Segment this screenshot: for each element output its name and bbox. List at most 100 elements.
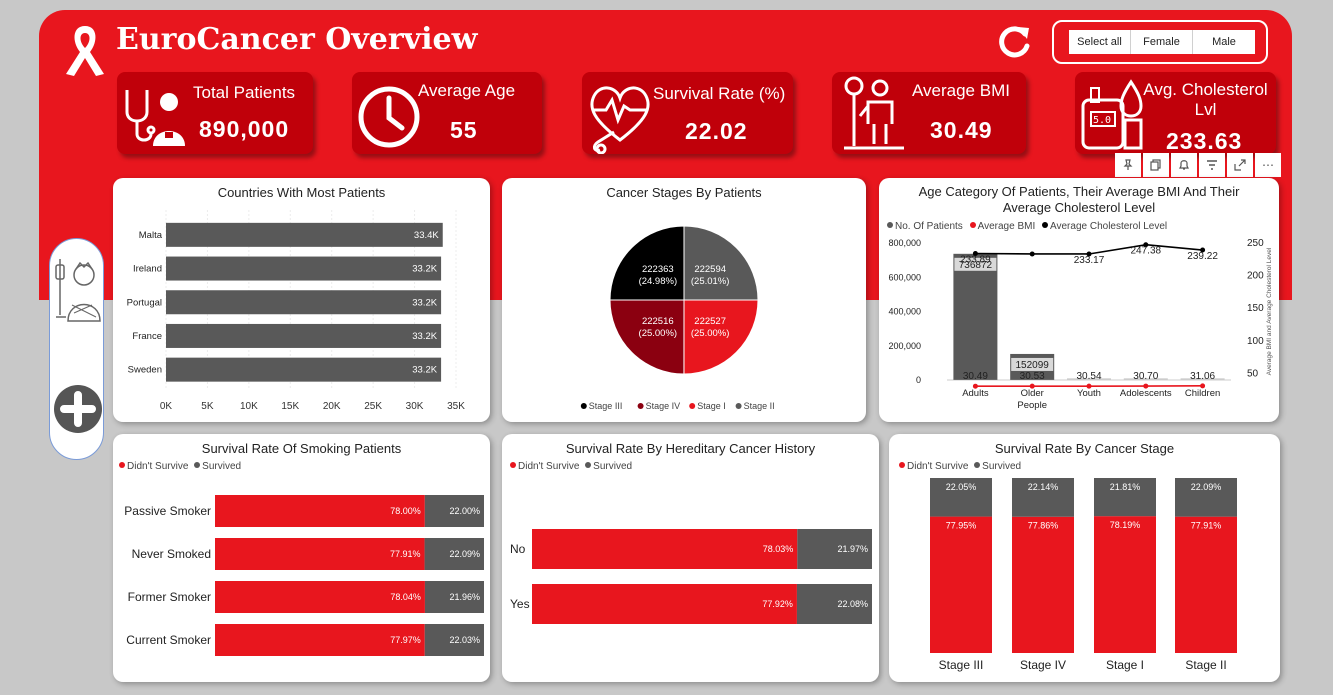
pin-icon[interactable] <box>1115 153 1141 177</box>
y2-tick-label: 50 <box>1247 368 1259 379</box>
x-tick-label: 25K <box>364 401 382 412</box>
legend-marker <box>580 403 587 409</box>
bar-segment[interactable] <box>532 584 797 624</box>
smoking-bar-chart[interactable]: 78.00% 22.00% Passive Smoker 77.91% 22.09% Ne… <box>113 434 490 682</box>
clock-icon <box>358 86 420 148</box>
bar[interactable] <box>953 253 998 380</box>
stages-chart-card: Cancer Stages By Patients 222594 (25.01%)… <box>502 178 866 422</box>
patient-icon[interactable] <box>50 255 104 325</box>
y2-axis-title: Average BMI and Average Cholesterol Leve… <box>1266 247 1273 375</box>
slice-value-label: 222516 <box>642 316 674 327</box>
series-point[interactable] <box>972 383 978 389</box>
data-label: 152099 <box>1016 360 1050 371</box>
bar[interactable] <box>166 290 442 315</box>
data-label: 77.91% <box>1191 521 1222 531</box>
data-label: 247.38 <box>1131 246 1162 257</box>
age-combo-chart[interactable]: 800,000 600,000 400,000 200,000 0 250 200 150 10… <box>879 178 1279 422</box>
slice-value-label: 222527 <box>694 316 726 327</box>
slice-percent-label: (25.00%) <box>639 328 678 339</box>
bar[interactable] <box>166 222 443 247</box>
data-label: 30.53 <box>1020 371 1045 382</box>
data-label: 78.03% <box>763 544 794 554</box>
kpi-value: 55 <box>450 117 478 143</box>
expand-icon[interactable] <box>1227 153 1253 177</box>
legend-label: Stage IV <box>646 401 681 411</box>
data-label: 22.09% <box>1191 482 1222 492</box>
data-label: 233.17 <box>1074 255 1105 266</box>
bar-segment[interactable] <box>930 516 992 653</box>
y-tick-label: Former Smoker <box>128 590 211 604</box>
data-label: 30.54 <box>1076 371 1101 382</box>
kpi-value: 22.02 <box>685 118 748 144</box>
bar[interactable] <box>166 357 442 382</box>
glucometer-icon: 5.0 <box>1081 79 1143 150</box>
doctor-icon <box>125 90 185 146</box>
legend-label: Stage I <box>697 401 726 411</box>
y2-tick-label: 100 <box>1247 336 1264 347</box>
x-tick-label: Stage I <box>1106 658 1144 672</box>
series-point[interactable] <box>1200 383 1206 389</box>
y-tick-label: 0 <box>916 375 921 385</box>
page-title: EuroCancer Overview <box>116 22 478 57</box>
data-label: 30.70 <box>1133 371 1158 382</box>
hereditary-chart-card: Survival Rate By Hereditary Cancer Histo… <box>502 434 879 682</box>
kpi-value: 233.63 <box>1166 128 1243 154</box>
series-point[interactable] <box>1029 383 1035 389</box>
data-label: 78.04% <box>390 592 421 602</box>
visual-toolbar: ⋯ <box>1115 153 1281 177</box>
data-label: 239.22 <box>1187 251 1218 262</box>
series-point[interactable] <box>1143 383 1149 389</box>
heartbeat-icon <box>590 86 650 154</box>
x-tick-label: Youth <box>1077 388 1101 399</box>
stage-survival-bar-chart[interactable]: 77.95% 22.05% Stage III 77.86% 22.14% Stage I… <box>889 434 1280 682</box>
data-label: 22.05% <box>946 482 977 492</box>
data-label: 33.2K <box>412 365 437 376</box>
kpi-label: Total Patients <box>193 83 296 102</box>
y-tick-label: No <box>510 542 526 556</box>
slice-value-label: 222363 <box>642 264 674 275</box>
x-tick-label: 0K <box>160 401 173 412</box>
copy-icon[interactable] <box>1143 153 1169 177</box>
bar-segment[interactable] <box>532 529 798 569</box>
kpi-label: Average BMI <box>912 81 1010 100</box>
y-tick-label: Current Smoker <box>126 633 211 647</box>
y2-tick-label: 250 <box>1247 238 1264 249</box>
data-label: 21.96% <box>449 592 480 602</box>
scale-person-icon <box>844 76 904 150</box>
x-tick-label: 10K <box>240 401 258 412</box>
smoking-chart-card: Survival Rate Of Smoking Patients Didn't… <box>113 434 490 682</box>
kpi-value: 30.49 <box>930 117 993 143</box>
bar[interactable] <box>166 256 442 281</box>
age-chart-card: Age Category Of Patients, Their Average … <box>879 178 1279 422</box>
data-label: 33.2K <box>412 264 437 275</box>
x-tick-label: People <box>1017 400 1047 411</box>
data-label: 30.49 <box>963 371 988 382</box>
more-icon[interactable]: ⋯ <box>1255 153 1281 177</box>
bar-segment[interactable] <box>1094 516 1156 653</box>
bell-icon[interactable] <box>1171 153 1197 177</box>
stages-pie-chart[interactable]: 222594(25.01%)222527(25.00%)222516(25.00… <box>502 178 866 422</box>
slice-percent-label: (25.00%) <box>691 328 730 339</box>
slicer-male[interactable]: Male <box>1193 30 1255 54</box>
hereditary-bar-chart[interactable]: 78.03% 21.97% No 77.92% 22.08% Yes <box>502 434 879 682</box>
y-tick-label: France <box>132 331 162 342</box>
x-tick-label: Adolescents <box>1120 388 1172 399</box>
series-point[interactable] <box>1086 383 1092 389</box>
kpi-average-bmi: Average BMI 30.49 <box>832 72 1026 154</box>
filter-icon[interactable] <box>1199 153 1225 177</box>
x-tick-label: 15K <box>281 401 299 412</box>
bar-segment[interactable] <box>1175 516 1237 653</box>
bar[interactable] <box>166 323 442 348</box>
legend-label: Stage II <box>744 401 775 411</box>
bar-segment[interactable] <box>1012 516 1074 653</box>
x-tick-label: Stage IV <box>1020 658 1066 672</box>
refresh-icon[interactable] <box>994 22 1034 62</box>
slicer-female[interactable]: Female <box>1131 30 1193 54</box>
data-label: 77.92% <box>762 599 793 609</box>
countries-bar-chart[interactable]: 0K 5K 10K 15K 20K 25K 30K 35K Malta 33.4K Ireland 3… <box>113 178 490 422</box>
add-icon[interactable] <box>52 383 104 435</box>
series-point[interactable] <box>1029 251 1035 257</box>
svg-text:5.0: 5.0 <box>1093 115 1111 126</box>
kpi-average-age: Average Age 55 <box>352 72 542 154</box>
slicer-select-all[interactable]: Select all <box>1069 30 1131 54</box>
